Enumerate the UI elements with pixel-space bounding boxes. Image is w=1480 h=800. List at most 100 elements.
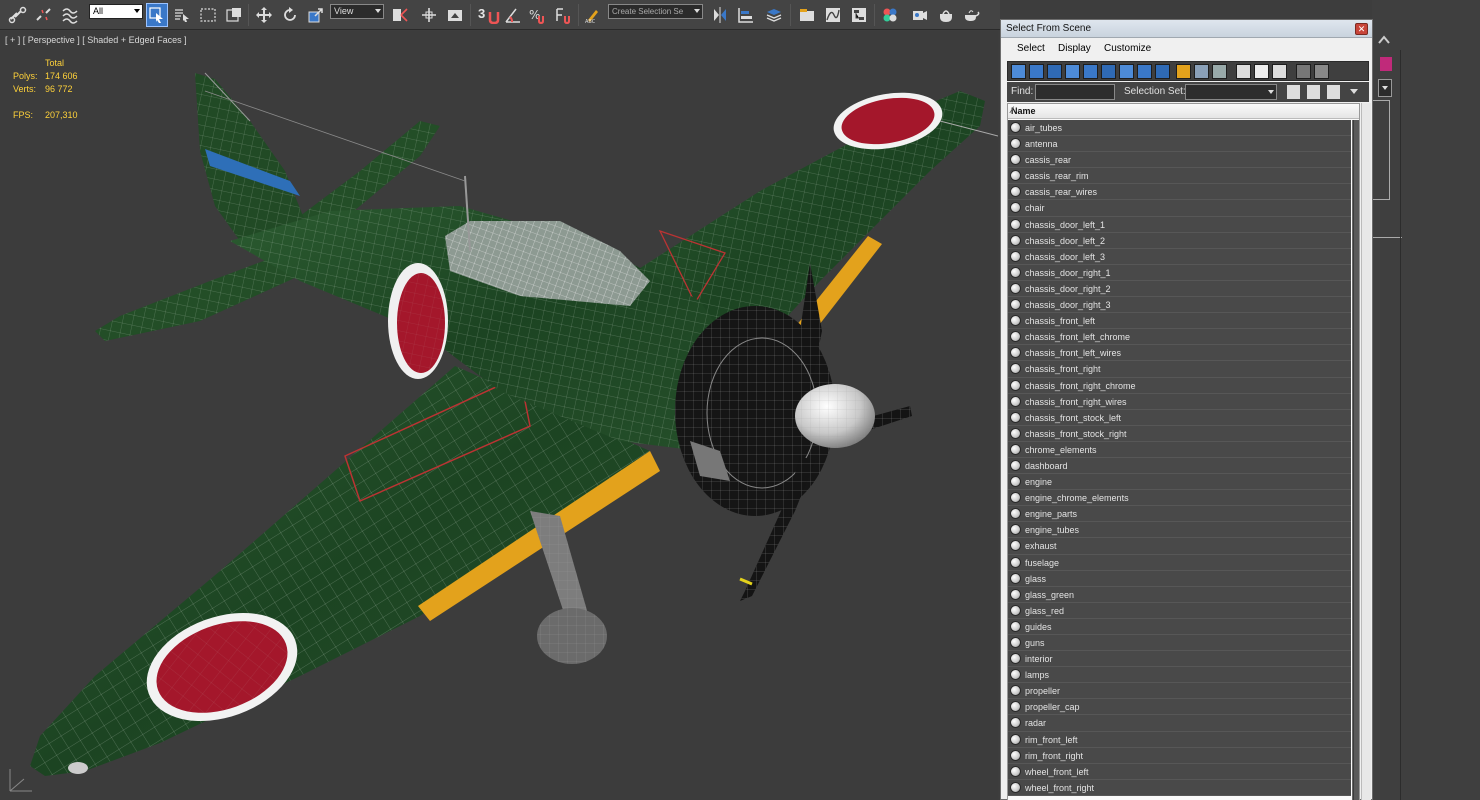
color-swatch[interactable] (1380, 57, 1392, 71)
display-geometry-icon[interactable] (1011, 64, 1026, 79)
name-column-header[interactable]: Name ⁄ (1008, 104, 1359, 119)
display-lights-icon[interactable] (1047, 64, 1062, 79)
viewport-label[interactable]: [ + ] [ Perspective ] [ Shaded + Edged F… (5, 35, 187, 45)
edit-named-selection-icon[interactable]: ABC (582, 3, 604, 27)
list-item[interactable]: chrome_elements (1008, 441, 1351, 458)
material-editor-icon[interactable] (879, 3, 901, 27)
display-xrefs-icon[interactable] (1137, 64, 1152, 79)
list-item[interactable]: interior (1008, 651, 1351, 668)
display-cameras-icon[interactable] (1065, 64, 1080, 79)
list-item[interactable]: chassis_front_stock_left (1008, 409, 1351, 426)
list-item[interactable]: engine_chrome_elements (1008, 490, 1351, 507)
collapse-chevron-icon[interactable] (1377, 34, 1391, 46)
display-frozen-icon[interactable] (1194, 64, 1209, 79)
list-item[interactable]: propeller (1008, 683, 1351, 700)
unlink-icon[interactable] (32, 3, 56, 27)
list-item[interactable]: rim_front_left (1008, 731, 1351, 748)
snap-toggle-icon[interactable] (485, 3, 503, 27)
create-selection-set-icon[interactable] (1287, 85, 1300, 99)
list-item[interactable]: lamps (1008, 667, 1351, 684)
angle-snap-icon[interactable] (503, 3, 523, 27)
scene-object-list[interactable]: Name ⁄ air_tubes antenna cassis_rear cassis… (1007, 103, 1360, 800)
list-item[interactable]: chassis_front_right_chrome (1008, 377, 1351, 394)
list-item[interactable]: glass (1008, 570, 1351, 587)
list-item[interactable]: guides (1008, 618, 1351, 635)
list-item[interactable]: rim_front_right (1008, 747, 1351, 764)
render-setup-icon[interactable] (909, 3, 931, 27)
spinner-snap-icon[interactable] (553, 3, 573, 27)
list-item[interactable]: chassis_front_left_wires (1008, 345, 1351, 362)
list-item[interactable]: exhaust (1008, 538, 1351, 555)
close-icon[interactable]: ✕ (1355, 23, 1368, 35)
display-hidden-icon[interactable] (1212, 64, 1227, 79)
align-icon[interactable] (735, 3, 757, 27)
window-crossing-icon[interactable] (223, 3, 245, 27)
list-item[interactable]: chassis_door_right_1 (1008, 264, 1351, 281)
list-item[interactable]: chassis_door_left_2 (1008, 232, 1351, 249)
percent-snap-icon[interactable]: % (527, 3, 547, 27)
select-invert-icon[interactable] (1272, 64, 1287, 79)
add-to-selection-set-icon[interactable] (1307, 85, 1320, 99)
list-item[interactable]: engine_tubes (1008, 522, 1351, 539)
list-item[interactable]: cassis_rear (1008, 152, 1351, 169)
list-scrollbar[interactable] (1352, 120, 1359, 800)
find-input[interactable] (1035, 84, 1115, 100)
render-production-icon[interactable] (961, 3, 983, 27)
chevron-down-icon[interactable] (1350, 89, 1358, 95)
menu-select[interactable]: Select (1017, 43, 1045, 54)
list-item[interactable]: fuselage (1008, 554, 1351, 571)
list-item[interactable]: chassis_front_right_wires (1008, 393, 1351, 410)
list-item[interactable]: chassis_door_left_1 (1008, 216, 1351, 233)
schematic-view-icon[interactable] (848, 3, 870, 27)
scale-icon[interactable] (305, 3, 327, 27)
curve-editor-icon[interactable] (822, 3, 844, 27)
list-item[interactable]: chassis_door_right_2 (1008, 280, 1351, 298)
list-item[interactable]: engine_parts (1008, 506, 1351, 523)
list-item[interactable]: cassis_rear_rim (1008, 168, 1351, 185)
list-item[interactable]: air_tubes (1008, 120, 1351, 137)
list-item[interactable]: engine (1008, 474, 1351, 491)
ribbon-toggle-icon[interactable] (796, 3, 818, 27)
dialog-title-bar[interactable]: Select From Scene ✕ (1001, 20, 1372, 38)
display-helpers-icon[interactable] (1083, 64, 1098, 79)
display-space-warps-icon[interactable] (1101, 64, 1116, 79)
list-item[interactable]: radar (1008, 715, 1351, 732)
list-item[interactable]: chassis_front_stock_right (1008, 425, 1351, 442)
named-selection-dropdown[interactable]: Create Selection Se (608, 4, 703, 19)
mirror-icon[interactable] (709, 3, 731, 27)
move-icon[interactable] (253, 3, 275, 27)
reference-coordinate-dropdown[interactable]: View (330, 4, 384, 19)
list-item[interactable]: chassis_door_right_3 (1008, 297, 1351, 314)
display-shapes-icon[interactable] (1029, 64, 1044, 79)
keyboard-shortcut-icon[interactable] (444, 3, 466, 27)
list-item[interactable]: chassis_front_left_chrome (1008, 329, 1351, 346)
dialog-scrollbar[interactable] (1361, 103, 1371, 800)
select-all-icon[interactable] (1236, 64, 1251, 79)
filter-icon[interactable] (1296, 64, 1311, 79)
menu-customize[interactable]: Customize (1104, 43, 1151, 54)
pivot-center-icon[interactable] (389, 3, 411, 27)
list-item[interactable]: chassis_door_left_3 (1008, 248, 1351, 265)
perspective-viewport[interactable]: [ + ] [ Perspective ] [ Shaded + Edged F… (0, 31, 998, 800)
rotate-icon[interactable] (279, 3, 301, 27)
list-item[interactable]: glass_green (1008, 586, 1351, 603)
render-frame-icon[interactable] (935, 3, 957, 27)
select-none-icon[interactable] (1254, 64, 1269, 79)
list-item[interactable]: chair (1008, 200, 1351, 217)
scrollbar-thumb[interactable] (1354, 120, 1359, 800)
list-item[interactable]: dashboard (1008, 457, 1351, 475)
bind-space-warp-icon[interactable] (58, 3, 82, 27)
selection-set-dropdown[interactable] (1185, 84, 1277, 100)
link-icon[interactable] (6, 3, 30, 27)
list-item[interactable]: guns (1008, 635, 1351, 652)
aircraft-3d-model[interactable] (0, 31, 998, 800)
list-item[interactable]: chassis_front_right (1008, 361, 1351, 378)
filter-options-icon[interactable] (1314, 64, 1329, 79)
rectangle-selection-icon[interactable] (197, 3, 219, 27)
list-item[interactable]: chassis_front_left (1008, 313, 1351, 330)
list-item[interactable]: wheel_front_left (1008, 763, 1351, 780)
display-groups-icon[interactable] (1119, 64, 1134, 79)
list-item[interactable]: antenna (1008, 136, 1351, 153)
layer-manager-icon[interactable] (763, 3, 785, 27)
panel-dropdown[interactable] (1378, 79, 1392, 97)
